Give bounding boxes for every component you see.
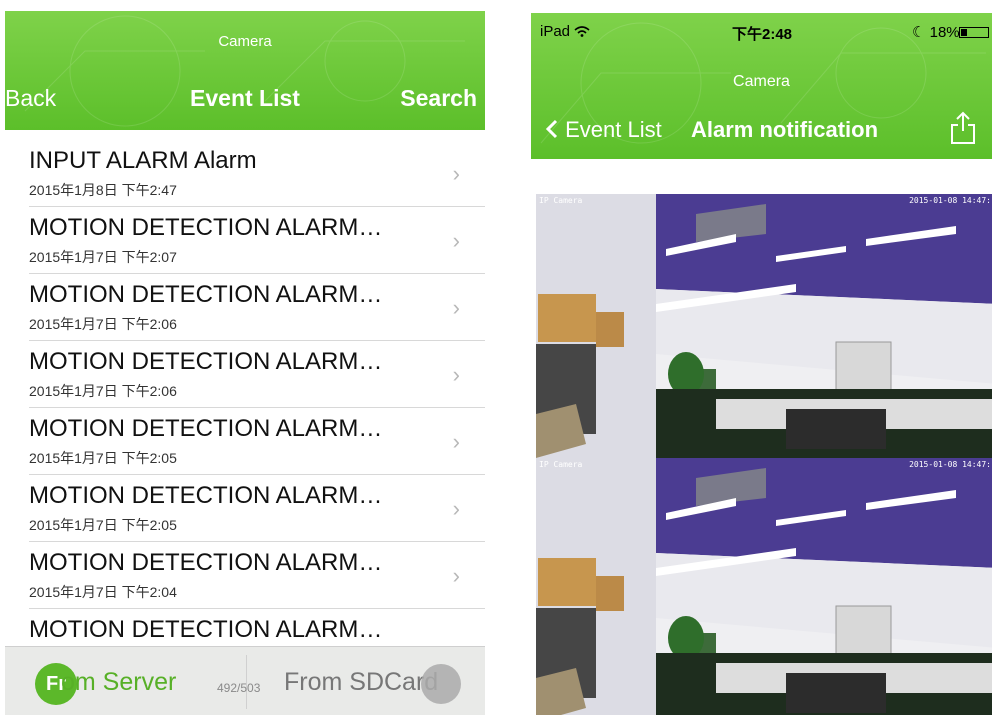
status-device: iPad bbox=[540, 23, 590, 40]
list-item[interactable]: MOTION DETECTION ALARM… 2015年1月7日 下午2:06… bbox=[5, 340, 485, 408]
event-count: 492/503 bbox=[217, 681, 261, 695]
battery-icon bbox=[959, 27, 989, 38]
back-label: Event List bbox=[565, 117, 662, 142]
camera-timestamp: 2015-01-08 14:47: bbox=[909, 460, 991, 469]
chevron-right-icon: › bbox=[452, 563, 460, 588]
camera-snapshot[interactable]: IP Camera 2015-01-08 14:47: bbox=[536, 458, 992, 715]
page-title: Alarm notification bbox=[691, 117, 879, 142]
event-list: INPUT ALARM Alarm 2015年1月8日 下午2:47 › MOT… bbox=[5, 139, 485, 659]
search-button[interactable]: Search bbox=[400, 85, 477, 112]
chevron-right-icon: › bbox=[452, 429, 460, 454]
chevron-right-icon: › bbox=[452, 362, 460, 387]
list-item[interactable]: MOTION DETECTION ALARM… 2015年1月7日 下午2:04… bbox=[5, 541, 485, 609]
list-item[interactable]: INPUT ALARM Alarm 2015年1月8日 下午2:47 › bbox=[5, 139, 485, 207]
device-name: iPad bbox=[540, 23, 571, 40]
tab-bar: Fr om Server 492/503 From SDCard bbox=[5, 646, 485, 715]
office-scene-image bbox=[536, 194, 992, 458]
alarm-notification-screen: iPad 下午2:48 ☾ 18% Camera Event List Alar… bbox=[531, 13, 992, 715]
event-title: MOTION DETECTION ALARM… bbox=[29, 281, 383, 308]
chevron-right-icon: › bbox=[452, 161, 460, 186]
event-title: MOTION DETECTION ALARM… bbox=[29, 482, 383, 509]
tab-from-sdcard[interactable]: From SDCard bbox=[284, 668, 438, 697]
app-title: Camera bbox=[733, 73, 790, 90]
moon-icon: ☾ bbox=[912, 24, 926, 41]
chevron-right-icon: › bbox=[452, 496, 460, 521]
navigation-bar: iPad 下午2:48 ☾ 18% Camera Event List Alar… bbox=[531, 13, 992, 159]
event-time: 2015年1月7日 下午2:05 bbox=[29, 450, 177, 466]
chevron-right-icon: › bbox=[452, 228, 460, 253]
chevron-right-icon: › bbox=[452, 295, 460, 320]
battery-percent: 18% bbox=[929, 24, 960, 41]
tab-from-server[interactable]: om Server bbox=[61, 668, 176, 697]
camera-label: IP Camera bbox=[539, 460, 583, 469]
wifi-icon bbox=[574, 26, 590, 37]
list-item[interactable]: MOTION DETECTION ALARM… 2015年1月7日 下午2:05… bbox=[5, 474, 485, 542]
event-title: MOTION DETECTION ALARM… bbox=[29, 214, 383, 241]
office-scene-image bbox=[536, 458, 992, 715]
camera-label: IP Camera bbox=[539, 196, 583, 205]
event-title: MOTION DETECTION ALARM… bbox=[29, 549, 383, 576]
event-time: 2015年1月7日 下午2:06 bbox=[29, 383, 177, 399]
camera-timestamp: 2015-01-08 14:47: bbox=[909, 196, 991, 205]
list-item[interactable]: MOTION DETECTION ALARM… 2015年1月7日 下午2:05… bbox=[5, 407, 485, 475]
status-battery: ☾ 18% bbox=[912, 23, 960, 41]
event-time: 2015年1月8日 下午2:47 bbox=[29, 182, 177, 198]
list-item[interactable]: MOTION DETECTION ALARM… 2015年1月7日 下午2:06… bbox=[5, 273, 485, 341]
circuit-background-icon bbox=[24, 15, 465, 127]
camera-snapshot[interactable]: IP Camera 2015-01-08 14:47: bbox=[536, 194, 992, 458]
share-icon[interactable] bbox=[949, 111, 977, 145]
event-time: 2015年1月7日 下午2:07 bbox=[29, 249, 177, 265]
event-title: MOTION DETECTION ALARM… bbox=[29, 616, 383, 643]
list-item[interactable]: MOTION DETECTION ALARM… 2015年1月7日 下午2:07… bbox=[5, 206, 485, 274]
status-time: 下午2:48 bbox=[732, 26, 793, 43]
event-title: MOTION DETECTION ALARM… bbox=[29, 415, 383, 442]
back-button[interactable]: Event List bbox=[545, 117, 662, 143]
sdcard-icon[interactable] bbox=[421, 664, 461, 704]
event-time: 2015年1月7日 下午2:06 bbox=[29, 316, 177, 332]
navigation-bar: Camera Back Event List Search bbox=[5, 11, 485, 130]
event-time: 2015年1月7日 下午2:05 bbox=[29, 517, 177, 533]
event-title: MOTION DETECTION ALARM… bbox=[29, 348, 383, 375]
app-title: Camera bbox=[218, 33, 272, 50]
event-title: INPUT ALARM Alarm bbox=[29, 147, 257, 174]
chevron-left-icon bbox=[545, 119, 558, 139]
event-time: 2015年1月7日 下午2:04 bbox=[29, 584, 177, 600]
event-list-screen: Camera Back Event List Search INPUT ALAR… bbox=[5, 11, 485, 715]
